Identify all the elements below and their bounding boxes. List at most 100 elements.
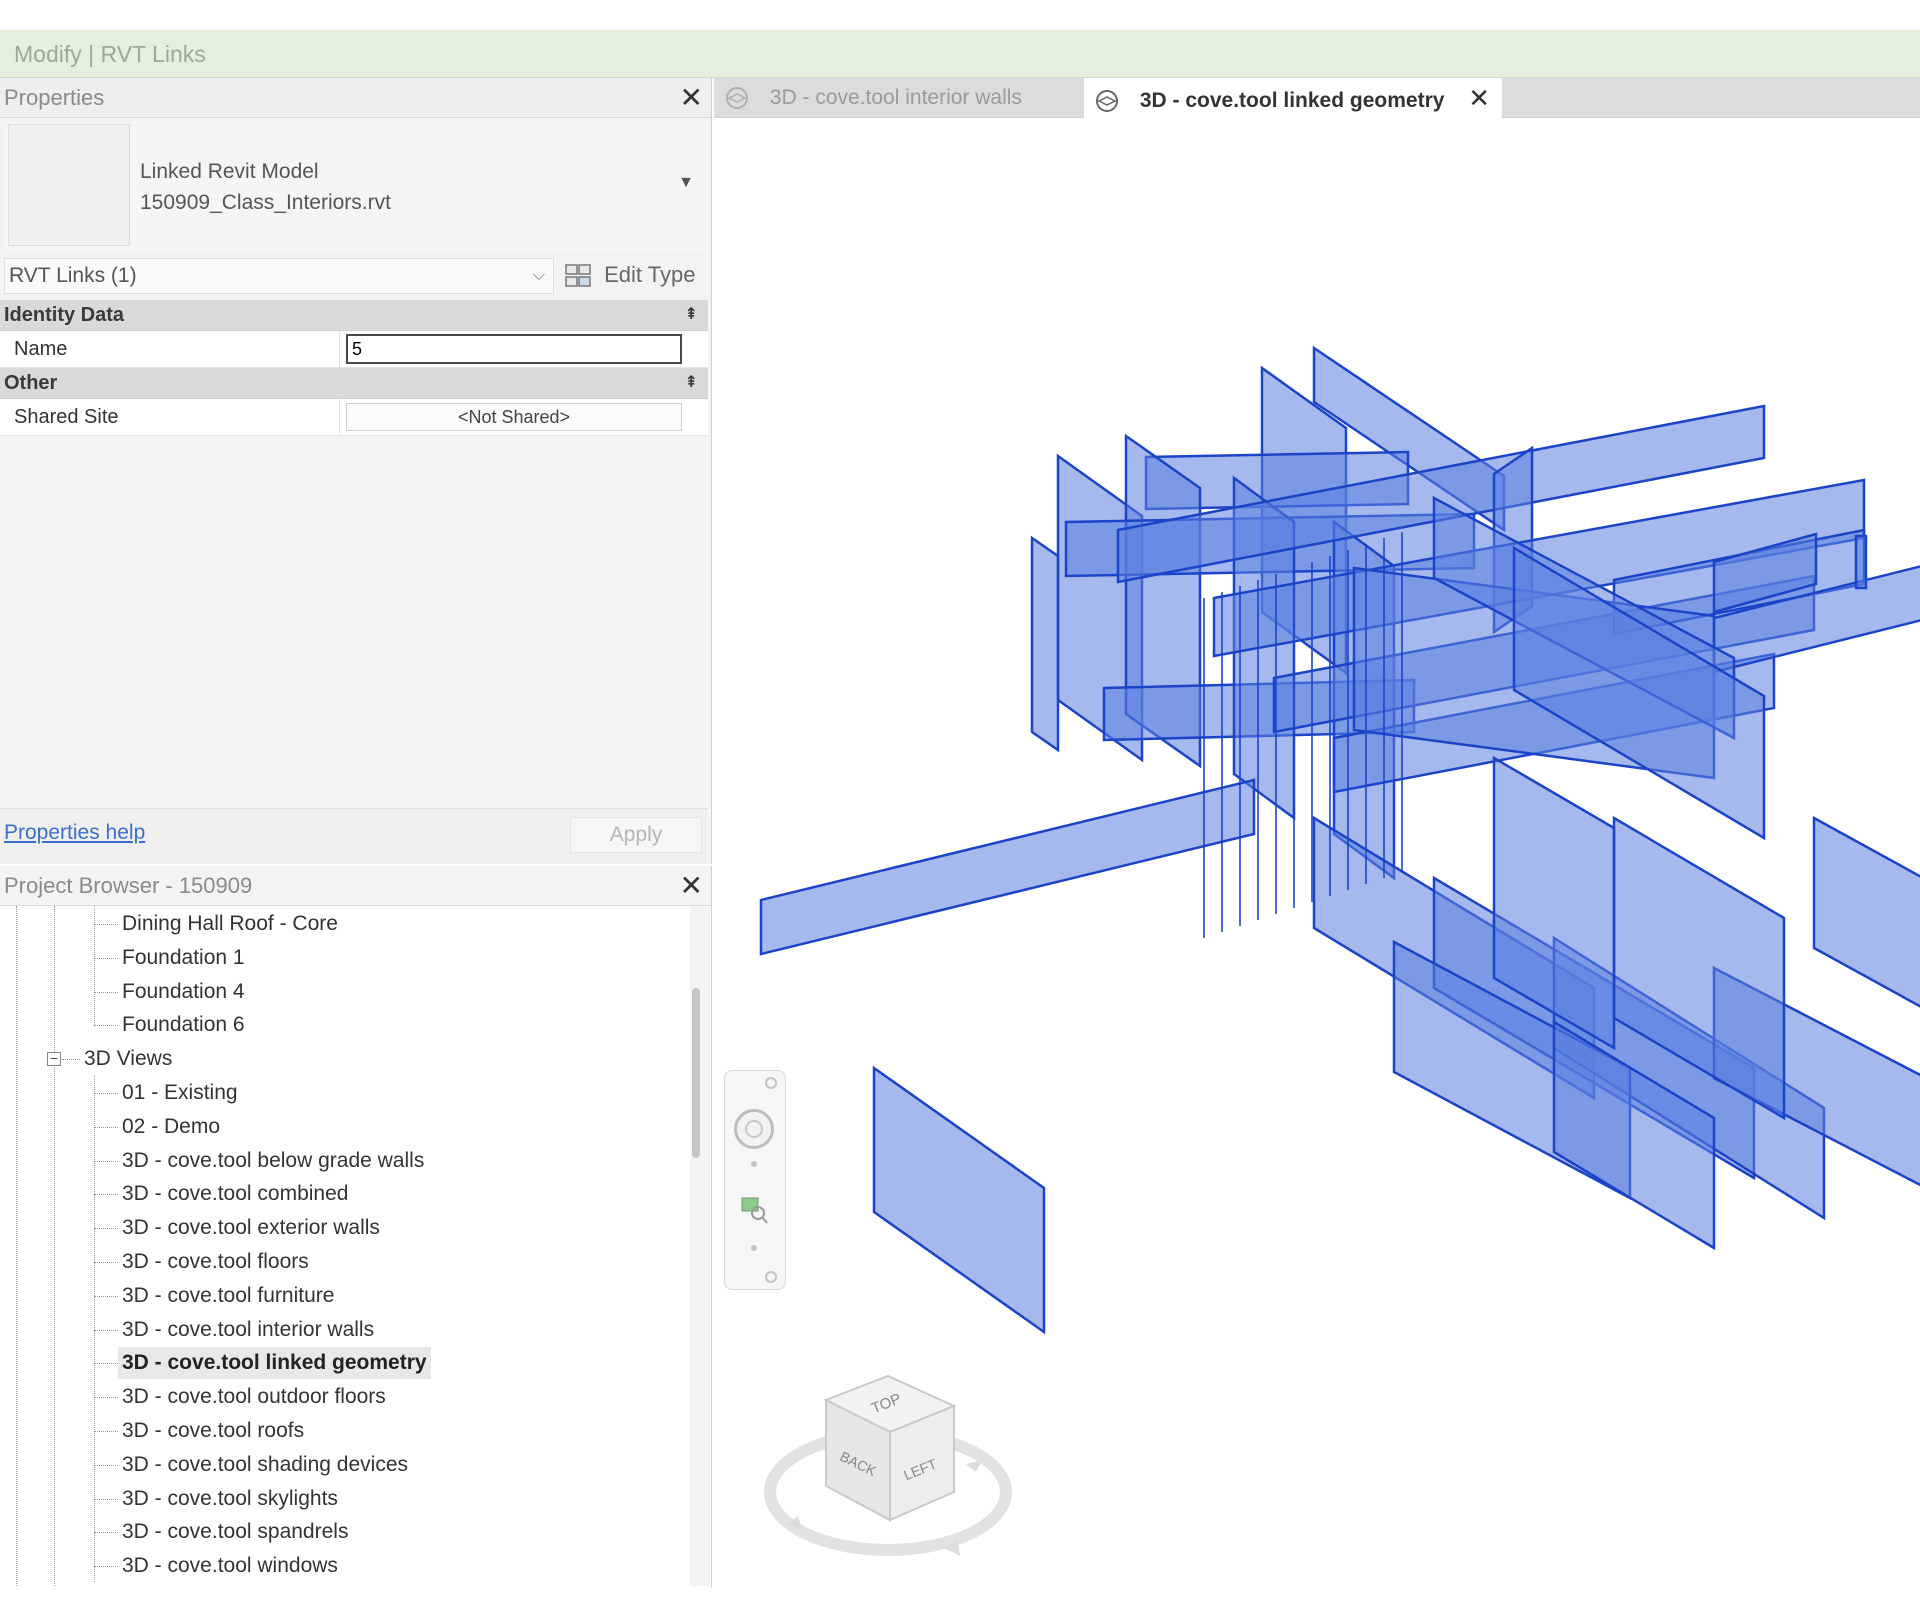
tree-branch-line [94, 1363, 118, 1365]
linked-wall-panel[interactable] [1812, 815, 1920, 1058]
tree-view-item[interactable]: 01 - Existing [118, 1077, 242, 1109]
param-row-shared-site: Shared Site <Not Shared> [0, 399, 708, 436]
tree-branch-line [94, 1566, 118, 1568]
tree-branch-line [94, 1464, 118, 1466]
tree-view-item[interactable]: Dining Hall Roof - Core [118, 908, 342, 940]
param-label: Name [0, 331, 340, 367]
properties-grid: Identity Data ⇞ Name Other ⇞ Shared Site… [0, 300, 708, 436]
tree-view-item[interactable]: 3D - cove.tool furniture [118, 1280, 338, 1312]
properties-help-link[interactable]: Properties help [4, 821, 145, 845]
tree-branch-line [94, 1126, 118, 1128]
tree-view-item[interactable]: 3D - cove.tool interior walls [118, 1314, 378, 1346]
zoom-dropdown-icon[interactable] [751, 1245, 757, 1251]
steering-wheel-icon[interactable] [734, 1109, 774, 1149]
name-value-input[interactable] [346, 334, 682, 364]
linked-geometry-model[interactable] [714, 118, 1920, 1588]
tree-view-item[interactable]: Foundation 4 [118, 976, 249, 1008]
project-browser: Project Browser - 150909 ✕ Dining Hall R… [0, 866, 712, 1588]
project-browser-title: Project Browser - 150909 [4, 873, 253, 898]
wheel-dropdown-icon[interactable] [751, 1161, 757, 1167]
viewcube-icon[interactable]: TOP BACK LEFT [764, 1370, 1014, 1570]
scrollbar-thumb[interactable] [692, 987, 700, 1158]
tree-view-item[interactable]: 3D - cove.tool roofs [118, 1415, 308, 1447]
tree-view-item[interactable]: 3D - cove.tool exterior walls [118, 1212, 384, 1244]
nav-bar-pin-icon[interactable] [765, 1077, 777, 1089]
tree-view-item[interactable]: Foundation 6 [118, 1009, 249, 1041]
properties-title: Properties [4, 85, 105, 110]
viewcube-compass-arrow-icon[interactable] [966, 1460, 982, 1472]
linked-wall-panel[interactable] [1854, 534, 1868, 590]
group-other[interactable]: Other ⇞ [0, 368, 708, 399]
linked-wall-panel[interactable] [1030, 535, 1060, 753]
tree-view-item[interactable]: 3D - cove.tool floors [118, 1246, 313, 1278]
group-identity-data[interactable]: Identity Data ⇞ [0, 300, 708, 331]
tree-branch-line [94, 1329, 118, 1331]
properties-footer: Properties help Apply [0, 808, 708, 863]
shared-site-button[interactable]: <Not Shared> [346, 403, 682, 431]
collapse-group-icon[interactable]: ⇞ [685, 368, 698, 398]
tree-branch-line [94, 1498, 118, 1500]
tree-view-item[interactable]: 3D - cove.tool windows [118, 1550, 342, 1582]
type-dropdown-arrow-icon[interactable]: ▼ [678, 174, 694, 192]
tab-close-icon[interactable]: ✕ [1468, 83, 1490, 113]
navigation-bar [724, 1070, 786, 1290]
tree-folder-item[interactable]: 3D Views [80, 1043, 176, 1075]
tree-branch-line [94, 1194, 118, 1196]
edit-type-button[interactable]: Edit Type [564, 256, 695, 294]
tree-view-item[interactable]: 3D - cove.tool shading devices [118, 1449, 412, 1481]
bottom-margin [0, 1588, 1920, 1619]
collapse-group-icon[interactable]: ⇞ [685, 300, 698, 330]
project-browser-close-icon[interactable]: ✕ [680, 866, 703, 906]
tree-branch-line [94, 1093, 118, 1094]
tree-branch-line [94, 957, 118, 959]
tab-label: 3D - cove.tool interior walls [769, 86, 1022, 109]
tree-guide-line [54, 906, 55, 1586]
type-selector[interactable]: Linked Revit Model 150909_Class_Interior… [4, 122, 708, 252]
tree-view-item[interactable]: 3D - cove.tool skylights [118, 1483, 342, 1515]
instance-filter-dropdown[interactable]: RVT Links (1) ⌵ [4, 258, 554, 294]
tree-view-item[interactable]: 3D - cove.tool linked geometry [118, 1347, 431, 1380]
linked-wall-panel[interactable] [872, 1065, 1046, 1335]
tree-guide-line [16, 906, 17, 1586]
type-file-name: 150909_Class_Interiors.rvt [140, 191, 391, 214]
tab-3d-interior-walls[interactable]: 3D - cove.tool interior walls [714, 78, 1084, 118]
3d-view-icon [1096, 90, 1118, 113]
tab-label: 3D - cove.tool linked geometry [1139, 89, 1445, 112]
tree-view-item[interactable]: 02 - Demo [118, 1111, 224, 1143]
edit-type-label: Edit Type [604, 262, 696, 287]
tab-3d-linked-geometry[interactable]: 3D - cove.tool linked geometry ✕ [1084, 78, 1502, 118]
contextual-tab-label: Modify | RVT Links [14, 41, 206, 67]
group-title: Other [4, 372, 58, 394]
properties-palette: Properties ✕ Linked Revit Model 150909_C… [0, 78, 712, 864]
tree-view-item[interactable]: 3D - cove.tool combined [118, 1178, 352, 1210]
tree-branch-line [94, 991, 118, 993]
zoom-region-icon[interactable] [739, 1195, 769, 1225]
tree-guide-line [94, 1075, 95, 1582]
view-tab-bar: 3D - cove.tool interior walls 3D - cove.… [714, 78, 1920, 118]
3d-view-icon [726, 87, 748, 110]
instance-filter-value: RVT Links (1) [9, 264, 137, 287]
tree-branch-line [94, 1397, 118, 1399]
group-title: Identity Data [4, 304, 125, 326]
type-selector-text: Linked Revit Model 150909_Class_Interior… [140, 156, 391, 218]
tree-view-item[interactable]: 3D - cove.tool below grade walls [118, 1145, 428, 1177]
chevron-down-icon: ⌵ [532, 267, 545, 284]
properties-header: Properties ✕ [0, 78, 711, 118]
tree-branch-line [94, 1431, 118, 1432]
properties-close-icon[interactable]: ✕ [680, 78, 703, 118]
param-label: Shared Site [0, 399, 340, 435]
tree-collapse-toggle-icon[interactable]: − [47, 1051, 61, 1067]
tree-view-item[interactable]: 3D - cove.tool outdoor floors [118, 1381, 390, 1413]
tree-view-item[interactable]: 3D - cove.tool spandrels [118, 1516, 352, 1548]
linked-wall-panel[interactable] [759, 778, 1256, 956]
tree-branch-line [94, 1025, 118, 1027]
tree-branch-line [62, 1059, 80, 1061]
3d-view-canvas[interactable] [714, 118, 1920, 1588]
tree-branch-line [94, 1295, 118, 1297]
nav-bar-options-icon[interactable] [765, 1271, 777, 1283]
properties-filter-row: RVT Links (1) ⌵ Edit Type [4, 254, 708, 298]
type-family-name: Linked Revit Model [140, 160, 319, 183]
tree-view-item[interactable]: Foundation 1 [118, 942, 249, 974]
apply-button[interactable]: Apply [570, 817, 702, 853]
tree-branch-line [94, 924, 118, 925]
